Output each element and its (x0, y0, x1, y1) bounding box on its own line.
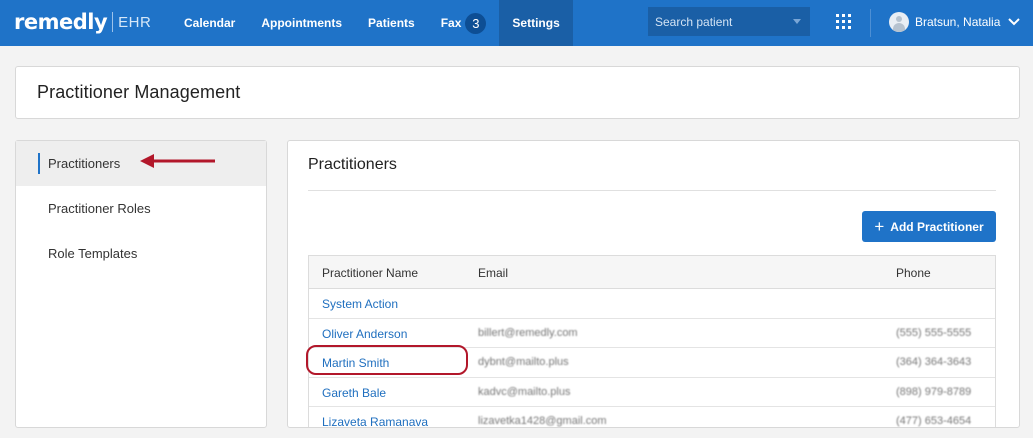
practitioner-phone: (898) 979-8789 (896, 385, 972, 398)
practitioner-phone: (364) 364-3643 (896, 356, 972, 368)
add-practitioner-label: Add Practitioner (890, 219, 984, 234)
practitioner-email: kadvc@mailto.plus (478, 385, 571, 398)
apps-grid-icon[interactable] (836, 14, 851, 29)
practitioners-table: Practitioner Name Email Phone System Act… (308, 255, 996, 427)
nav-fax-label: Fax (440, 16, 462, 30)
user-name: Bratsun, Natalia (915, 15, 1001, 29)
nav-appointments[interactable]: Appointments (248, 0, 355, 46)
app-logo[interactable]: remedly EHR (14, 8, 151, 36)
practitioner-name-link[interactable]: System Action (322, 297, 398, 311)
table-row[interactable]: Lizaveta Ramanava lizavetka1428@gmail.co… (309, 407, 995, 427)
topbar-divider (870, 9, 871, 37)
add-practitioner-button[interactable]: + Add Practitioner (862, 211, 996, 242)
practitioner-name-link[interactable]: Lizaveta Ramanava (322, 415, 428, 427)
practitioner-email: billert@remedly.com (478, 326, 578, 339)
column-header-name[interactable]: Practitioner Name (322, 266, 418, 280)
panel-title: Practitioners (308, 156, 397, 173)
annotation-arrow-icon (140, 154, 215, 168)
table-header: Practitioner Name Email Phone (309, 256, 995, 289)
user-menu[interactable]: Bratsun, Natalia (889, 10, 1021, 34)
practitioner-email: dybnt@mailto.plus (478, 356, 569, 368)
table-row[interactable]: System Action (309, 289, 995, 319)
panel-divider (308, 190, 996, 191)
nav-calendar[interactable]: Calendar (171, 0, 248, 46)
column-header-phone[interactable]: Phone (896, 266, 931, 280)
fax-count-badge: 3 (465, 12, 487, 34)
main-nav: Calendar Appointments Patients Fax 3 Set… (171, 0, 573, 46)
practitioner-name-link[interactable]: Martin Smith (322, 356, 389, 370)
chevron-down-icon (1008, 18, 1021, 26)
settings-side-menu: Practitioners Practitioner Roles Role Te… (15, 140, 267, 428)
page-title: Practitioner Management (37, 82, 241, 102)
practitioner-phone: (555) 555-5555 (896, 326, 972, 339)
logo-brand: remedly (14, 10, 108, 34)
practitioners-panel: Practitioners + Add Practitioner Practit… (287, 140, 1020, 428)
nav-patients[interactable]: Patients (355, 0, 428, 46)
page-header-card: Practitioner Management (15, 66, 1020, 119)
practitioner-email: lizavetka1428@gmail.com (478, 415, 607, 427)
practitioner-name-link[interactable]: Oliver Anderson (322, 327, 407, 341)
table-row[interactable]: Oliver Anderson billert@remedly.com (555… (309, 319, 995, 348)
patient-search[interactable] (648, 7, 810, 36)
top-navigation-bar: remedly EHR Calendar Appointments Patien… (0, 0, 1033, 46)
practitioner-phone: (477) 653-4654 (896, 415, 972, 427)
logo-product: EHR (118, 13, 152, 31)
table-row[interactable]: Gareth Bale kadvc@mailto.plus (898) 979-… (309, 378, 995, 407)
practitioner-name-link[interactable]: Gareth Bale (322, 386, 386, 400)
patient-search-input[interactable] (655, 14, 783, 29)
nav-fax[interactable]: Fax 3 (428, 0, 500, 46)
user-avatar-icon (889, 12, 909, 32)
nav-settings[interactable]: Settings (499, 0, 573, 46)
side-item-practitioner-roles[interactable]: Practitioner Roles (16, 186, 266, 231)
column-header-email[interactable]: Email (478, 266, 508, 280)
search-dropdown-caret-icon[interactable] (793, 19, 801, 24)
plus-icon: + (874, 217, 885, 236)
logo-separator (112, 12, 114, 32)
table-row[interactable]: Martin Smith dybnt@mailto.plus (364) 364… (309, 348, 995, 378)
side-item-role-templates[interactable]: Role Templates (16, 231, 266, 276)
